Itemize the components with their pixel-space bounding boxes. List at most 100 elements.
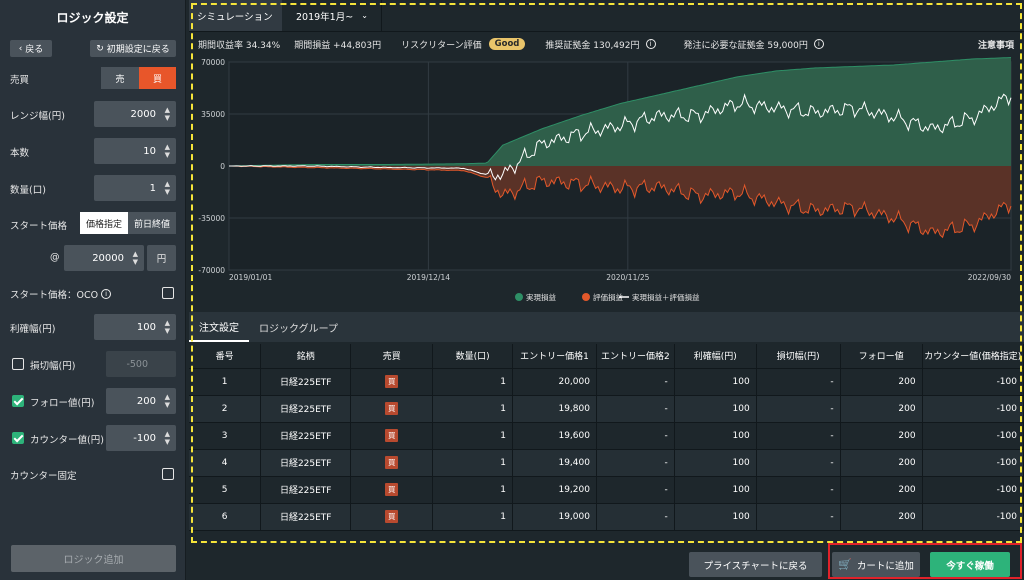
- table-cell: 3: [189, 422, 262, 450]
- column-header: エントリー価格2: [596, 344, 675, 369]
- table-cell: -: [596, 395, 675, 423]
- table-cell: 200: [840, 395, 923, 423]
- table-row[interactable]: 4 日経225ETF 買 1 19,400-100-200 -100: [189, 449, 1024, 477]
- qty-stepper[interactable]: 1 ▲ ▼: [94, 175, 176, 201]
- profit-label: 利確幅(円): [10, 324, 56, 335]
- table-cell: 100: [674, 422, 757, 450]
- table-cell: -: [756, 476, 841, 504]
- start-price-mode: 価格指定 前日終値: [80, 212, 176, 234]
- count-label: 本数: [10, 148, 30, 159]
- info-icon[interactable]: i: [101, 289, 112, 299]
- x-tick-label: 2020/11/25: [606, 273, 649, 282]
- add-logic-button[interactable]: ロジック追加: [11, 545, 176, 572]
- table-cell: -: [596, 503, 675, 531]
- counter-stepper[interactable]: -100 ▲ ▼: [106, 425, 176, 451]
- table-cell: 日経225ETF: [260, 449, 352, 477]
- tab-order-settings[interactable]: 注文設定: [189, 312, 249, 342]
- range-stepper[interactable]: 2000 ▲ ▼: [94, 101, 176, 127]
- counter-fixed-label: カウンター固定: [10, 471, 77, 482]
- pnl-chart-svg: 70000 35000 0 -35000 -70000 2019/01/01 2019/12…: [198, 57, 1012, 302]
- table-cell: -100: [922, 476, 1024, 504]
- oco-checkbox[interactable]: [162, 287, 174, 299]
- table-cell: -: [596, 422, 675, 450]
- column-header: カウンター値(価格指定): [922, 344, 1024, 369]
- back-button[interactable]: ‹ 戻る: [10, 40, 52, 57]
- column-header: 売買: [350, 344, 434, 369]
- table-cell: 19,600: [512, 422, 597, 450]
- follow-stepper[interactable]: 200 ▲ ▼: [106, 388, 176, 414]
- table-cell: -: [756, 503, 841, 531]
- table-cell: 買: [350, 476, 434, 504]
- loss-checkbox[interactable]: [12, 358, 24, 370]
- info-icon[interactable]: i: [813, 39, 824, 49]
- stepper-arrows-icon[interactable]: ▲ ▼: [165, 319, 170, 335]
- footer-bar: プライスチャートに戻る 🛒 カートに追加 今すぐ稼働: [189, 546, 1024, 580]
- loss-input-disabled: -500: [106, 351, 176, 377]
- follow-checkbox[interactable]: [12, 395, 24, 407]
- table-body: 1 日経225ETF 買 1 20,000-100-200 -100 2 日経225ETF 買 1…: [189, 368, 1024, 531]
- stepper-arrows-icon[interactable]: ▲ ▼: [165, 393, 170, 409]
- period-dropdown[interactable]: 2019年1月~ ⌄: [282, 0, 382, 31]
- start-now-button[interactable]: 今すぐ稼働: [930, 552, 1010, 577]
- column-header: フォロー値: [840, 344, 923, 369]
- stepper-arrows-icon[interactable]: ▲ ▼: [165, 143, 170, 159]
- table-row[interactable]: 3 日経225ETF 買 1 19,600-100-200 -100: [189, 422, 1024, 450]
- prev-close-option[interactable]: 前日終値: [128, 212, 176, 234]
- profit-stepper[interactable]: 100 ▲ ▼: [94, 314, 176, 340]
- yen-unit: 円: [147, 245, 176, 271]
- stat-recommended-margin: 推奨証拠金 130,492円 i: [545, 38, 656, 51]
- table-cell: 日経225ETF: [260, 395, 352, 423]
- legend-marker: [515, 293, 523, 301]
- table-row[interactable]: 5 日経225ETF 買 1 19,200-100-200 -100: [189, 476, 1024, 504]
- legend-label: 実現損益＋評価損益: [632, 292, 700, 302]
- counter-checkbox[interactable]: [12, 432, 24, 444]
- tab-simulation[interactable]: シミュレーション: [189, 0, 282, 31]
- table-cell: 19,200: [512, 476, 597, 504]
- stepper-arrows-icon[interactable]: ▲ ▼: [165, 180, 170, 196]
- table-cell: 19,400: [512, 449, 597, 477]
- column-header: 番号: [189, 344, 262, 369]
- tab-logic-group[interactable]: ロジックグループ: [249, 312, 348, 342]
- reset-defaults-button[interactable]: ↻ 初期設定に戻る: [90, 40, 176, 57]
- table-row[interactable]: 1 日経225ETF 買 1 20,000-100-200 -100: [189, 368, 1024, 396]
- y-tick-label: -70000: [198, 266, 225, 275]
- stepper-arrows-icon[interactable]: ▲ ▼: [165, 430, 170, 446]
- table-row[interactable]: 2 日経225ETF 買 1 19,800-100-200 -100: [189, 395, 1024, 423]
- table-cell: 1: [432, 449, 514, 477]
- logic-settings-panel: ロジック設定 ‹ 戻る ↻ 初期設定に戻る 売買 売 買 レンジ幅(円) 200…: [0, 0, 186, 580]
- back-to-price-chart-button[interactable]: プライスチャートに戻る: [689, 552, 822, 577]
- add-to-cart-button[interactable]: 🛒 カートに追加: [832, 552, 920, 577]
- count-stepper[interactable]: 10 ▲ ▼: [94, 138, 176, 164]
- table-cell: 買: [350, 368, 434, 396]
- info-icon[interactable]: i: [645, 39, 656, 49]
- chevron-down-icon: ⌄: [361, 11, 368, 20]
- oco-label: スタート価格：OCO i: [10, 287, 112, 301]
- start-price-stepper[interactable]: 20000 ▲ ▼: [64, 245, 144, 271]
- table-cell: -100: [922, 449, 1024, 477]
- table-cell: -100: [922, 422, 1024, 450]
- table-cell: 買: [350, 503, 434, 531]
- table-cell: 日経225ETF: [260, 422, 352, 450]
- price-spec-option[interactable]: 価格指定: [80, 212, 128, 234]
- notes-link[interactable]: 注意事項: [978, 38, 1014, 51]
- stepper-arrows-icon[interactable]: ▲ ▼: [165, 106, 170, 122]
- range-label: レンジ幅(円): [10, 111, 65, 122]
- table-cell: 5: [189, 476, 262, 504]
- y-tick-label: -35000: [198, 214, 225, 223]
- table-row[interactable]: 6 日経225ETF 買 1 19,000-100-200 -100: [189, 503, 1024, 531]
- table-cell: 19,000: [512, 503, 597, 531]
- stepper-arrows-icon[interactable]: ▲ ▼: [133, 250, 138, 266]
- table-cell: 1: [432, 368, 514, 396]
- buy-option[interactable]: 買: [139, 67, 176, 89]
- buy-badge: 買: [385, 375, 399, 388]
- table-cell: 買: [350, 395, 434, 423]
- table-cell: -100: [922, 368, 1024, 396]
- table-header-row: 番号 銘柄 売買 数量(口) エントリー価格1 エントリー価格2 利確幅(円) 損切幅(円) フ…: [189, 344, 1024, 369]
- table-cell: 200: [840, 476, 923, 504]
- table-cell: 2: [189, 395, 262, 423]
- stat-required-margin: 発注に必要な証拠金 59,000円 i: [684, 38, 824, 51]
- counter-fixed-checkbox[interactable]: [162, 468, 174, 480]
- sell-option[interactable]: 売: [101, 67, 139, 89]
- follow-label: フォロー値(円): [30, 398, 95, 409]
- table-cell: 1: [189, 368, 262, 396]
